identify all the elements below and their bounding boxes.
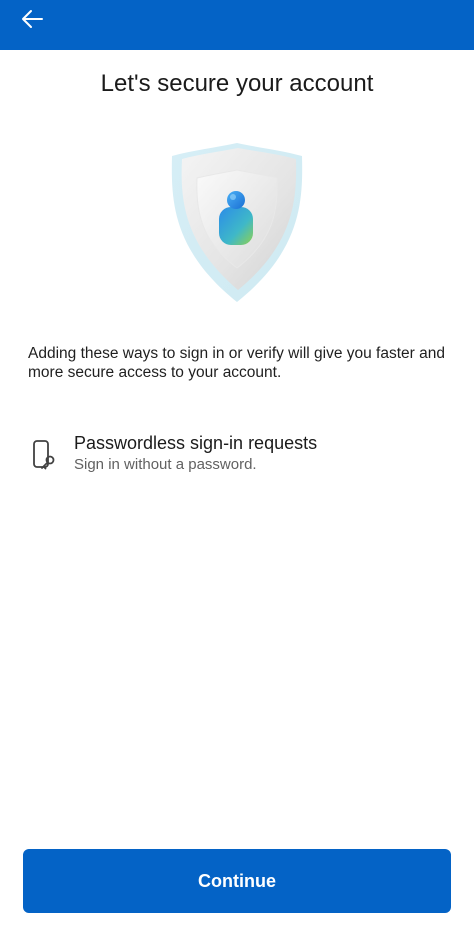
method-item-passwordless[interactable]: Passwordless sign-in requests Sign in wi… [28,430,448,480]
page-title: Let's secure your account [100,70,374,97]
shield-user-illustration [162,140,312,310]
app-bar [0,0,474,50]
phone-key-icon [33,440,55,470]
method-title: Passwordless sign-in requests [74,433,318,453]
continue-button[interactable]: Continue [23,849,451,913]
method-subtitle: Sign in without a password. [74,456,257,473]
arrow-left-icon [22,10,43,28]
back-button[interactable] [12,4,52,34]
description-text: Adding these ways to sign in or verify w… [28,345,445,381]
